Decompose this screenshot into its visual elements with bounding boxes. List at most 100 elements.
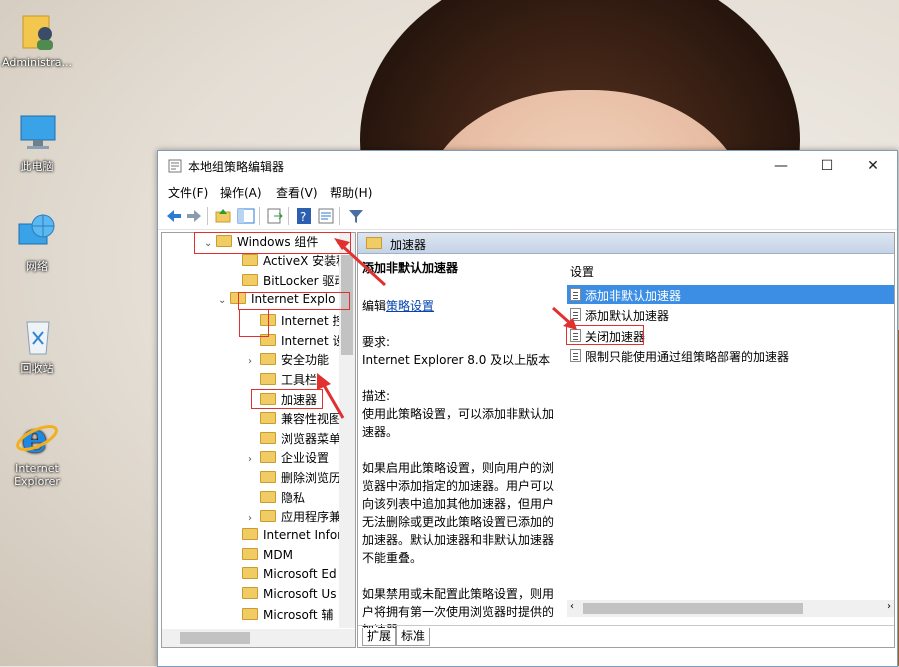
description-text: 使用此策略设置，可以添加非默认加速器。: [362, 407, 555, 439]
properties-icon[interactable]: [316, 206, 336, 226]
details-pane: 加速器 添加非默认加速器 编辑策略设置 要求: Internet Explore…: [357, 232, 895, 648]
recycle-bin-icon: [26, 321, 50, 355]
annotation-box: [194, 232, 351, 254]
tab-extended[interactable]: 扩展: [362, 628, 397, 646]
desktop-icon-user[interactable]: Administra...: [0, 8, 74, 69]
desktop-icon-label: 此电脑: [20, 160, 54, 173]
policy-setting-icon: [570, 288, 581, 301]
desktop-icon-internet-explorer[interactable]: e Internet Explorer: [0, 414, 74, 488]
policy-app-icon: [168, 159, 182, 173]
show-hide-tree-icon[interactable]: [236, 206, 256, 226]
minimize-button[interactable]: —: [758, 151, 804, 181]
edit-policy-link[interactable]: 策略设置: [386, 299, 434, 313]
settings-horizontal-scrollbar[interactable]: ‹ ›: [567, 600, 894, 617]
folder-icon: [242, 254, 258, 266]
folder-icon: [242, 587, 258, 599]
back-arrow-icon[interactable]: [164, 206, 184, 226]
desktop-icon-this-pc[interactable]: 此电脑: [0, 112, 74, 174]
desktop-icon-label: 回收站: [20, 362, 54, 375]
window-title: 本地组策略编辑器: [188, 160, 285, 174]
annotation-arrow-icon: [317, 373, 345, 419]
folder-icon: [242, 274, 258, 286]
folder-icon: [260, 432, 276, 444]
setting-row-add-default[interactable]: 添加默认加速器: [567, 305, 894, 324]
desktop-icon-label: 网络: [26, 260, 48, 273]
toolbar-separator: [288, 207, 289, 225]
tree-item[interactable]: 隐私: [248, 489, 305, 509]
annotation-box: [239, 309, 269, 337]
toolbar-separator: [207, 207, 208, 225]
export-list-icon[interactable]: [265, 206, 285, 226]
internet-explorer-icon: e: [16, 415, 58, 460]
menu-action[interactable]: 操作(A): [220, 184, 262, 201]
policy-description: 添加非默认加速器 编辑策略设置 要求: Internet Explorer 8.…: [362, 259, 554, 647]
user-folder-icon: [22, 15, 53, 50]
tree-item[interactable]: MDM: [230, 548, 293, 568]
setting-row-add-non-default[interactable]: 添加非默认加速器: [567, 285, 894, 304]
folder-icon: [242, 567, 258, 579]
toolbar-separator: [259, 207, 260, 225]
toolbar-separator: [339, 207, 340, 225]
scroll-left-arrow-icon[interactable]: ‹: [570, 601, 574, 612]
requirement-value: Internet Explorer 8.0 及以上版本: [362, 353, 551, 367]
up-folder-icon[interactable]: [213, 206, 233, 226]
folder-icon: [260, 491, 276, 503]
filter-icon[interactable]: [346, 206, 366, 226]
chevron-right-icon[interactable]: ›: [248, 454, 260, 465]
chevron-right-icon[interactable]: ›: [248, 513, 260, 524]
tree-horizontal-scrollbar[interactable]: [162, 629, 355, 647]
folder-icon: [260, 412, 276, 424]
tree-item[interactable]: › 企业设置: [248, 449, 329, 469]
toolbar: ?: [158, 203, 897, 230]
forward-arrow-icon[interactable]: [184, 206, 204, 226]
settings-column-header[interactable]: 设置: [570, 263, 594, 280]
policy-setting-icon: [570, 349, 581, 362]
folder-icon: [260, 510, 276, 522]
tree-item[interactable]: › 安全功能: [248, 351, 329, 371]
description-label: 描述:: [362, 389, 391, 403]
folder-icon: [260, 353, 276, 365]
menu-view[interactable]: 查看(V): [276, 184, 318, 201]
menu-help[interactable]: 帮助(H): [330, 184, 372, 201]
network-globe-icon: [18, 214, 55, 245]
annotation-box: [238, 292, 350, 310]
scroll-thumb[interactable]: [583, 603, 803, 614]
desktop-icon-label: Internet Explorer: [14, 462, 60, 488]
setting-row-restrict-accelerators[interactable]: 限制只能使用通过组策略部署的加速器: [567, 346, 894, 365]
computer-icon: [20, 115, 56, 149]
tree-item[interactable]: BitLocker 驱动: [230, 272, 346, 292]
details-header-title: 加速器: [390, 238, 427, 252]
tree-item[interactable]: 删除浏览历: [248, 469, 341, 489]
chevron-right-icon[interactable]: ›: [248, 356, 260, 367]
scroll-right-arrow-icon[interactable]: ›: [887, 601, 891, 612]
tree-item[interactable]: Microsoft 辅: [230, 606, 333, 626]
folder-icon: [242, 548, 258, 560]
menu-file[interactable]: 文件(F): [168, 184, 208, 201]
desktop-icon-recycle-bin[interactable]: 回收站: [0, 314, 74, 376]
title-bar[interactable]: 本地组策略编辑器 — ☐ ✕: [158, 151, 897, 181]
folder-icon: [242, 608, 258, 620]
description-text: 如果启用此策略设置，则向用户的浏览器中添加指定的加速器。用户可以向该列表中追加其…: [362, 461, 555, 565]
annotation-arrow-icon: [552, 306, 577, 330]
svg-text:e: e: [22, 415, 47, 460]
edit-line: 编辑策略设置: [362, 299, 435, 313]
desktop-icon-network[interactable]: 网络: [0, 212, 74, 274]
policy-name: 添加非默认加速器: [362, 261, 459, 275]
scroll-thumb[interactable]: [180, 632, 250, 644]
tree-item[interactable]: › 应用程序兼: [248, 508, 341, 528]
close-button[interactable]: ✕: [850, 151, 896, 181]
tree-item[interactable]: Internet Infor: [230, 528, 342, 548]
tree-item[interactable]: Microsoft Us: [230, 587, 336, 607]
folder-icon: [260, 471, 276, 483]
annotation-arrow-icon: [334, 238, 387, 287]
view-tabs: 扩展 标准: [358, 625, 894, 647]
chevron-down-icon[interactable]: ⌄: [218, 295, 230, 306]
tab-standard[interactable]: 标准: [396, 628, 431, 646]
svg-text:?: ?: [300, 210, 306, 224]
help-icon[interactable]: ?: [294, 206, 314, 226]
folder-icon: [260, 373, 276, 385]
tree-item[interactable]: Microsoft Ed: [230, 567, 337, 587]
desktop-icon-label: Administra...: [2, 56, 72, 69]
maximize-button[interactable]: ☐: [804, 151, 850, 181]
tree-item[interactable]: 浏览器菜单: [248, 430, 341, 450]
